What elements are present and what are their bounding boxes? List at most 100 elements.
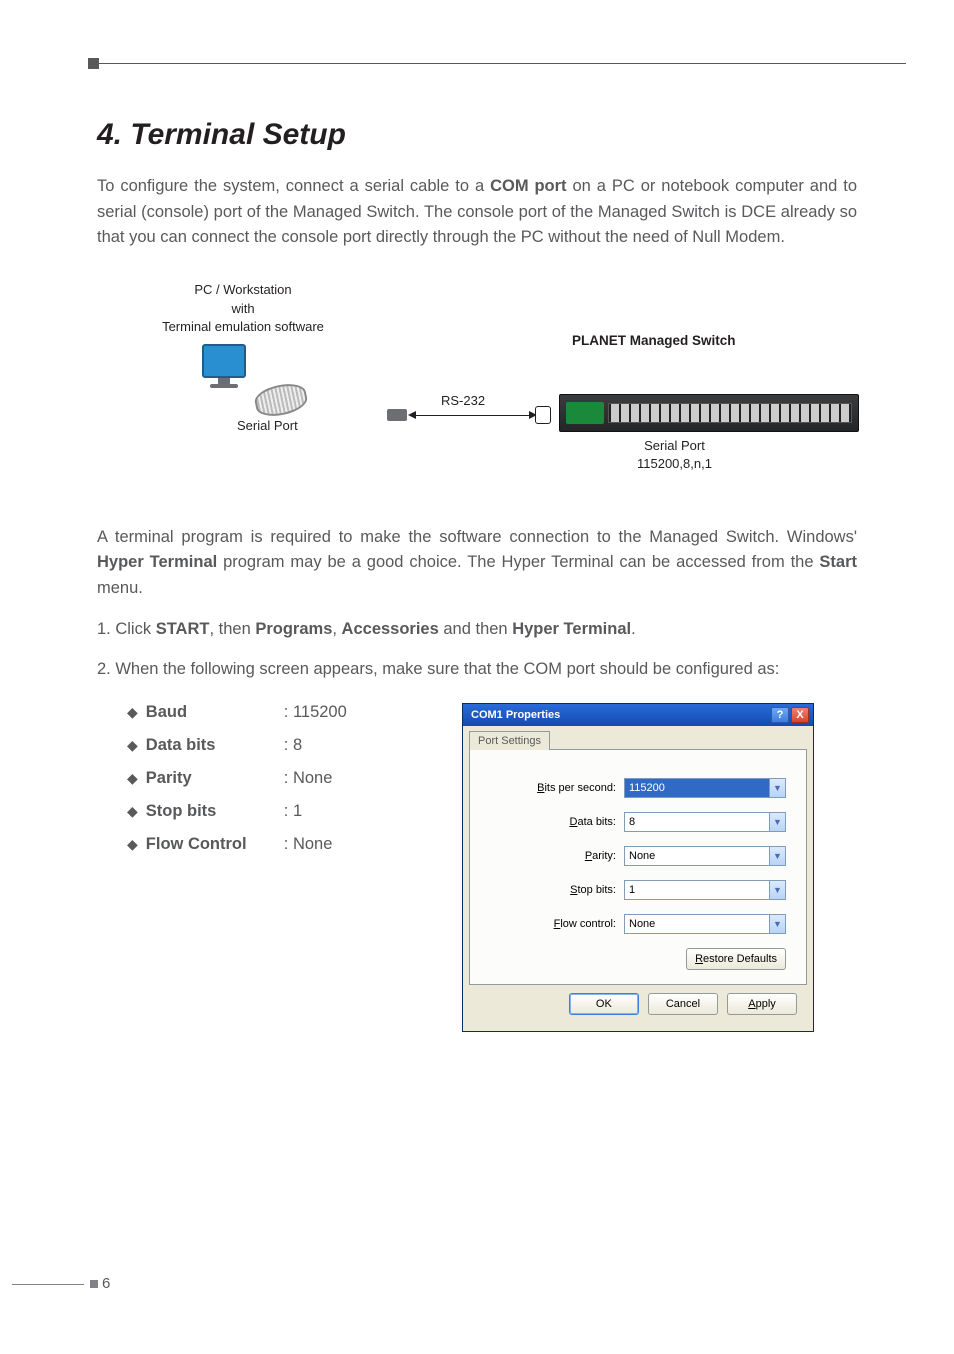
combo-stop-bits[interactable]: 1 ▼ [624, 880, 786, 900]
para-terminal-program: A terminal program is required to make t… [97, 525, 857, 602]
dialog-body: Port Settings Bits per second: 115200 ▼ … [463, 726, 813, 1031]
label-flow-control: Flow control: [526, 918, 616, 930]
chevron-down-icon: ▼ [769, 881, 785, 899]
config-databits: ◆ Data bits : 8 [127, 736, 432, 755]
close-button[interactable]: X [791, 707, 809, 723]
combo-value: 1 [629, 884, 635, 896]
dialog-titlebar: COM1 Properties ? X [463, 704, 813, 726]
config-value: : 8 [284, 736, 302, 755]
s1-m2: , [332, 620, 341, 638]
apply-button[interactable]: Apply [727, 993, 797, 1015]
intro-pre: To configure the system, connect a seria… [97, 177, 490, 195]
switch-sp-params: 115200,8,n,1 [637, 456, 712, 471]
p2-mid: program may be a good choice. The Hyper … [217, 553, 819, 571]
config-value: : None [284, 835, 333, 854]
monitor-screen-icon [202, 344, 246, 378]
monitor-stand-icon [218, 378, 230, 384]
step-1: 1. Click START, then Programs, Accessori… [97, 617, 857, 643]
dialog-title-text: COM1 Properties [471, 709, 560, 721]
page-content: 4. Terminal Setup To configure the syste… [97, 118, 857, 1032]
page-marker-icon [90, 1280, 98, 1288]
p2-start: Start [819, 553, 857, 571]
ok-button[interactable]: OK [569, 993, 639, 1015]
rs232-label: RS-232 [441, 393, 485, 408]
pc-label-line1: PC / Workstation [194, 282, 291, 297]
row-bits-per-second: Bits per second: 115200 ▼ [490, 778, 786, 798]
s1-m3: and then [439, 620, 512, 638]
s1-m1: , then [209, 620, 255, 638]
config-list: ◆ Baud : 115200 ◆ Data bits : 8 ◆ Parity… [97, 703, 432, 1032]
bullet-diamond-icon: ◆ [127, 704, 138, 721]
label-bits-per-second: Bits per second: [526, 782, 616, 794]
serial-cable-icon [252, 380, 309, 420]
steps-list: 1. Click START, then Programs, Accessori… [97, 617, 857, 682]
lbl-post: ata bits: [577, 816, 616, 828]
combo-value: 115200 [629, 782, 665, 794]
label-parity: Parity: [526, 850, 616, 862]
restore-defaults-button[interactable]: Restore Defaults [686, 948, 786, 970]
switch-serial-info: Serial Port 115200,8,n,1 [637, 437, 712, 473]
config-label: Parity [146, 769, 284, 788]
lbl-post: its per second: [544, 782, 616, 794]
config-label: Flow Control [146, 835, 284, 854]
header-marker [88, 58, 99, 69]
page-number: 6 [90, 1275, 110, 1292]
s1-post: . [631, 620, 636, 638]
config-flowcontrol: ◆ Flow Control : None [127, 835, 432, 854]
row-parity: Parity: None ▼ [490, 846, 786, 866]
monitor-base-icon [210, 384, 238, 388]
bullet-diamond-icon: ◆ [127, 836, 138, 853]
pc-label: PC / Workstation with Terminal emulation… [133, 281, 353, 338]
connection-diagram: PC / Workstation with Terminal emulation… [97, 281, 857, 491]
s1-programs: Programs [255, 620, 332, 638]
s1-accessories: Accessories [342, 620, 439, 638]
pc-icon [202, 344, 246, 388]
s1-start: START [156, 620, 210, 638]
step-2: 2. When the following screen appears, ma… [97, 657, 857, 683]
dialog-titlebar-buttons: ? X [771, 707, 809, 723]
config-parity: ◆ Parity : None [127, 769, 432, 788]
s1-pre: 1. Click [97, 620, 156, 638]
combo-value: None [629, 850, 655, 862]
com1-properties-dialog: COM1 Properties ? X Port Settings Bits p… [462, 703, 814, 1032]
combo-data-bits[interactable]: 8 ▼ [624, 812, 786, 832]
dialog-footer: OK Cancel Apply [469, 985, 807, 1025]
intro-com-port: COM port [490, 177, 567, 195]
p2-hyper-terminal: Hyper Terminal [97, 553, 217, 571]
switch-sp-label: Serial Port [644, 438, 705, 453]
config-label: Data bits [146, 736, 284, 755]
label-data-bits: Data bits: [526, 816, 616, 828]
config-value: : 1 [284, 802, 302, 821]
config-stopbits: ◆ Stop bits : 1 [127, 802, 432, 821]
config-baud: ◆ Baud : 115200 [127, 703, 432, 722]
cancel-button[interactable]: Cancel [648, 993, 718, 1015]
config-value: : 115200 [284, 703, 347, 722]
bullet-diamond-icon: ◆ [127, 803, 138, 820]
config-label: Stop bits [146, 802, 284, 821]
p2-pre: A terminal program is required to make t… [97, 528, 857, 546]
lbl-post: top bits: [577, 884, 616, 896]
bullet-diamond-icon: ◆ [127, 770, 138, 787]
tab-port-settings[interactable]: Port Settings [469, 731, 550, 750]
double-arrow-icon [410, 415, 535, 416]
row-stop-bits: Stop bits: 1 ▼ [490, 880, 786, 900]
combo-parity[interactable]: None ▼ [624, 846, 786, 866]
s1-hyper: Hyper Terminal [512, 620, 631, 638]
help-button[interactable]: ? [771, 707, 789, 723]
combo-value: 8 [629, 816, 635, 828]
row-flow-control: Flow control: None ▼ [490, 914, 786, 934]
t: pply [756, 998, 776, 1010]
config-label: Baud [146, 703, 284, 722]
lbl-post: low control: [560, 918, 616, 930]
config-value: : None [284, 769, 333, 788]
lbl-post: arity: [592, 850, 616, 862]
header-rule [88, 63, 906, 64]
u: A [748, 998, 755, 1010]
p2-post: menu. [97, 579, 143, 597]
page-number-value: 6 [102, 1275, 110, 1292]
combo-bits-per-second[interactable]: 115200 ▼ [624, 778, 786, 798]
combo-flow-control[interactable]: None ▼ [624, 914, 786, 934]
combo-value: None [629, 918, 655, 930]
chevron-down-icon: ▼ [769, 847, 785, 865]
chevron-down-icon: ▼ [769, 813, 785, 831]
